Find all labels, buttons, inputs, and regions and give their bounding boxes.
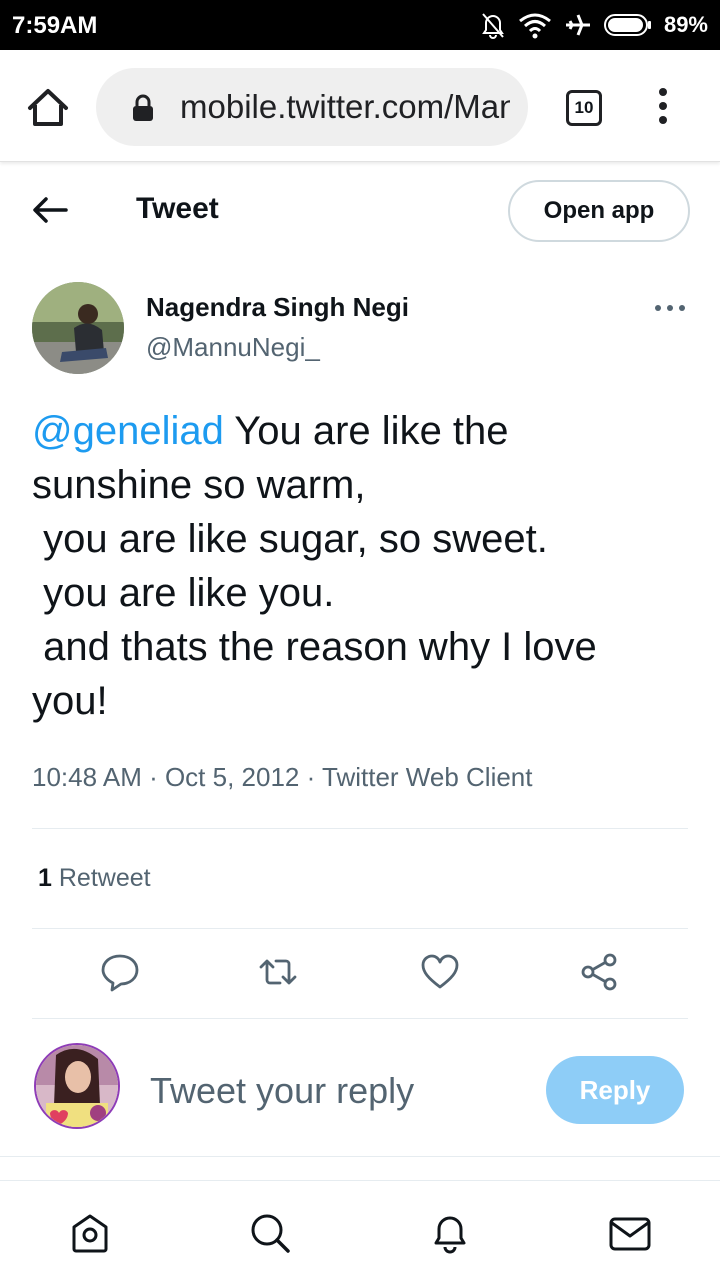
user-avatar[interactable] [34,1043,120,1129]
battery-percent: 89% [663,12,708,37]
author-name[interactable]: Nagendra Singh Negi [146,292,409,323]
search-icon[interactable] [248,1211,292,1255]
bell-off-icon [482,13,504,39]
status-icons: 89% [480,10,708,40]
battery-icon [603,14,651,36]
author-avatar[interactable] [32,282,124,374]
tweet-line: you are like you. [32,571,335,615]
home-icon[interactable] [26,86,70,130]
url-text: mobile.twitter.com/MannuNegi_ [180,88,510,125]
tweet-line: and thats the reason why I love [32,625,597,669]
status-bar: 7:59AM 89% [0,0,720,50]
bottom-navigation [0,1180,720,1280]
more-horizontal-icon[interactable] [654,302,686,314]
back-arrow-icon[interactable] [30,194,70,226]
divider [32,828,688,829]
tweet-line: @geneliad You are like the [32,404,682,458]
reply-input[interactable]: Tweet your reply [150,1070,414,1112]
notifications-bell-icon[interactable] [428,1211,472,1255]
retweet-label: Retweet [58,864,151,892]
divider [32,1018,688,1019]
browser-toolbar: mobile.twitter.com/MannuNegi_ 10 [0,50,720,162]
tweet-line: you are like sugar, so sweet. [32,517,548,561]
address-bar[interactable]: mobile.twitter.com/MannuNegi_ [96,68,528,146]
tweet-text: @geneliad You are like the sunshine so w… [32,404,682,728]
tweet-header: Tweet Open app [0,172,720,252]
author-handle[interactable]: @MannuNegi_ [146,332,320,363]
reply-icon[interactable] [100,952,140,992]
home-nav-icon[interactable] [68,1211,112,1255]
retweet-icon[interactable] [258,952,298,992]
messages-mail-icon[interactable] [608,1211,652,1255]
tab-switcher-button[interactable]: 10 [566,90,602,126]
divider [32,928,688,929]
tab-count: 10 [574,98,594,117]
like-heart-icon[interactable] [420,952,460,992]
mention-link[interactable]: @geneliad [32,409,224,453]
page-title: Tweet [136,192,219,225]
retweet-count[interactable]: 1 Retweet [38,864,151,893]
tweet-line: sunshine so warm, [32,463,366,507]
more-vert-icon[interactable] [648,86,678,126]
tweet-timestamp[interactable]: 10:48 AM · Oct 5, 2012 · Twitter Web Cli… [32,762,533,793]
airplane-icon [565,14,590,36]
retweet-number: 1 [38,864,52,892]
reply-button[interactable]: Reply [546,1056,684,1124]
wifi-icon [519,13,551,39]
tweet-line-text: You are like the [223,409,509,453]
divider [0,1156,720,1157]
share-icon[interactable] [580,952,620,992]
open-app-button[interactable]: Open app [508,180,690,242]
tweet-line: you! [32,679,108,723]
lock-icon [133,94,153,121]
status-time: 7:59AM [12,12,98,39]
